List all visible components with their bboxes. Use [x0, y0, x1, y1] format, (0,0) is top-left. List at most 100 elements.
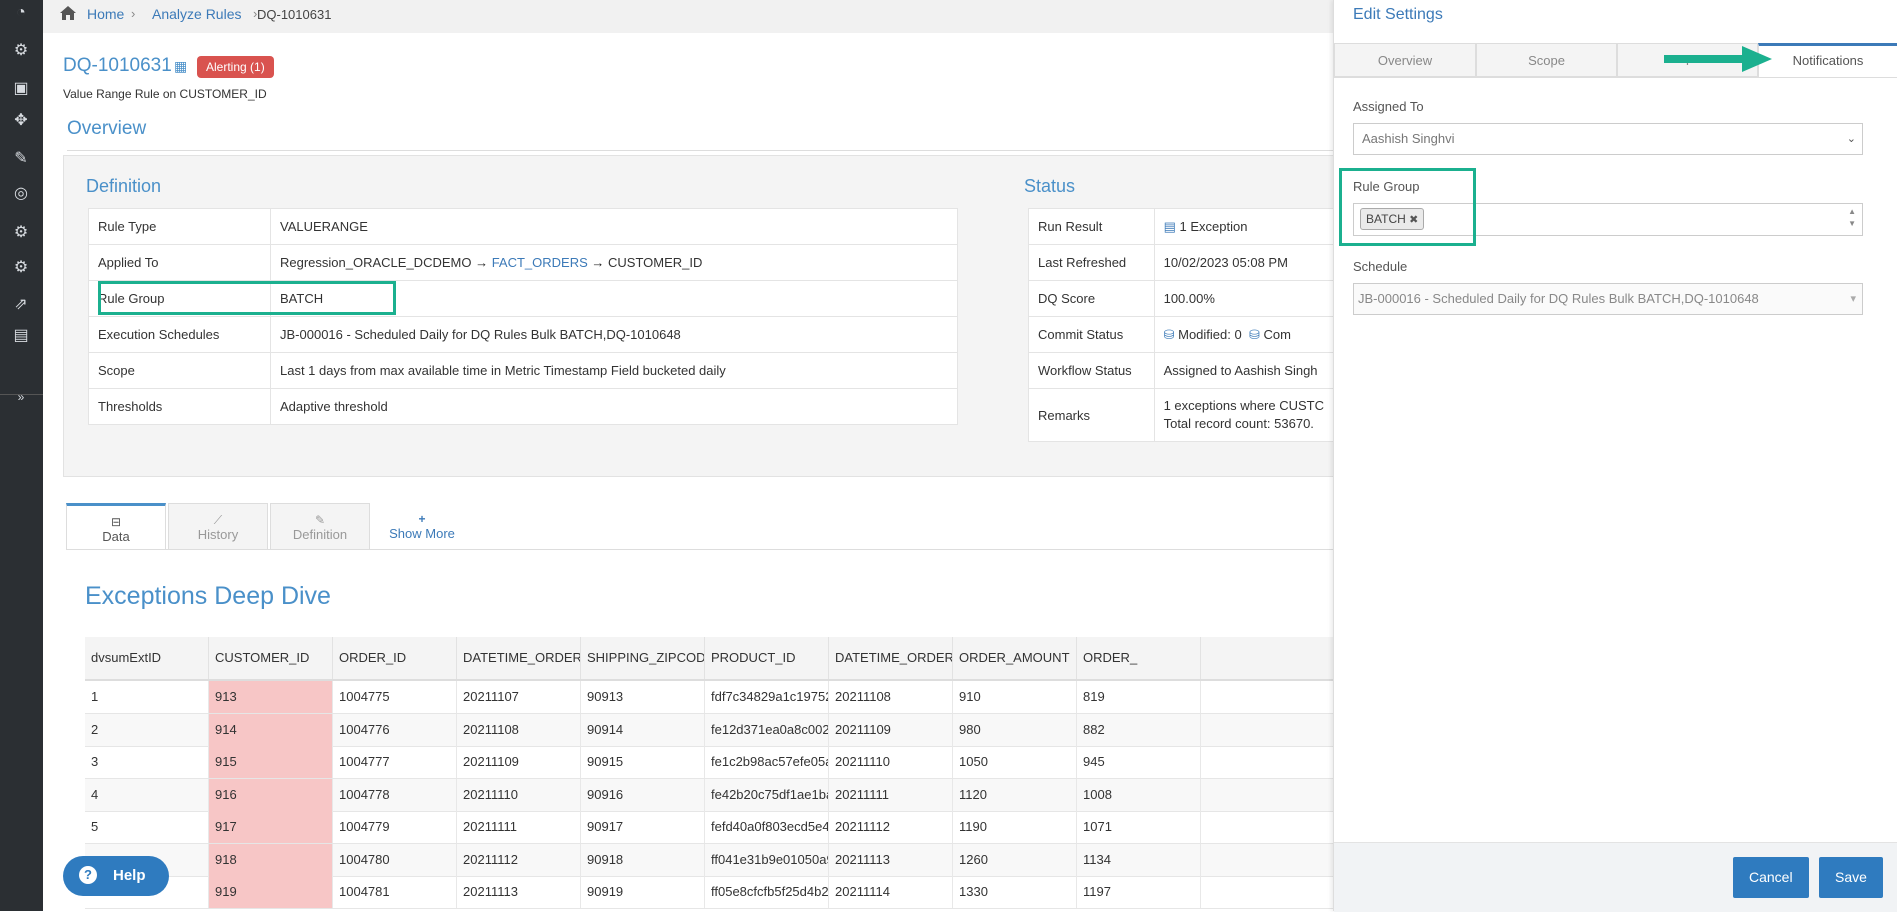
home-icon[interactable]: [59, 5, 77, 21]
status-key: Commit Status: [1028, 316, 1155, 353]
drawer-tabs: Overview Scope T Notifications: [1334, 43, 1897, 77]
table-cell: fdf7c34829a1c19752...: [705, 681, 829, 713]
table-cell: 20211112: [829, 811, 953, 843]
table-cell: 1071: [1077, 811, 1201, 843]
breadcrumb-home[interactable]: Home: [87, 6, 124, 22]
applied-to-value: Regression_ORACLE_DCDEMO → FACT_ORDERS →…: [270, 244, 958, 281]
table-cell: fe12d371ea0a8c0029...: [705, 713, 829, 746]
assigned-to-select[interactable]: Aashish Singhvi ⌄: [1353, 123, 1863, 155]
edit-icon: ✎: [314, 513, 326, 527]
rules-icon[interactable]: ⚙: [10, 222, 32, 244]
tab-show-more[interactable]: + Show More: [372, 503, 472, 549]
column-header[interactable]: ORDER_AMOUNT: [953, 637, 1077, 679]
status-key: Last Refreshed: [1028, 244, 1155, 281]
status-heading: Status: [1024, 176, 1076, 196]
column-header[interactable]: DATETIME_ORDER_SHIPPED: [829, 637, 953, 679]
table-cell: 2: [85, 713, 209, 746]
table-cell: 1190: [953, 811, 1077, 843]
calendar-icon[interactable]: ▦: [174, 58, 187, 75]
explore-icon[interactable]: ◎: [10, 183, 32, 205]
expand-icon[interactable]: »: [10, 386, 32, 408]
plus-icon: +: [418, 512, 426, 526]
table-cell: 90918: [581, 843, 705, 876]
column-header[interactable]: PRODUCT_ID: [705, 637, 829, 679]
drawer-tabs-divider: [1334, 77, 1897, 78]
lineage-icon[interactable]: ✥: [10, 110, 32, 132]
table-row: Last Refreshed 10/02/2023 05:08 PM: [1028, 244, 1335, 281]
table-cell: 1260: [953, 843, 1077, 876]
definition-value: VALUERANGE: [270, 208, 958, 245]
tab-scope[interactable]: Scope: [1476, 43, 1617, 77]
help-label: Help: [113, 867, 146, 884]
schedule-value: JB-000016 - Scheduled Daily for DQ Rules…: [1358, 291, 1759, 306]
overview-heading: Overview: [67, 118, 147, 139]
schedule-link[interactable]: JB-000016 - Scheduled Daily for DQ Rules…: [270, 316, 958, 353]
scroll-arrows-icon[interactable]: ▲ ▼: [1848, 206, 1856, 230]
status-key: DQ Score: [1028, 280, 1155, 317]
jobs-icon[interactable]: ⚙: [10, 257, 32, 279]
schedule-select[interactable]: JB-000016 - Scheduled Daily for DQ Rules…: [1353, 283, 1863, 315]
column-header[interactable]: CUSTOMER_ID: [209, 637, 333, 679]
tab-history[interactable]: ⟋ History: [168, 503, 268, 549]
data-dictionary-icon[interactable]: ▣: [10, 78, 32, 100]
settings-icon[interactable]: ⚙: [10, 40, 32, 62]
table-row[interactable]: 3 915 1004777 20211109 90915 fe1c2b98ac57efe0…: [85, 746, 1333, 779]
tab-overview[interactable]: Overview: [1334, 43, 1476, 77]
status-key: Workflow Status: [1028, 352, 1155, 389]
table-row[interactable]: 918 1004780 20211112 90918 ff041e31b9e01050a…: [85, 843, 1333, 877]
table-cell: 20211109: [829, 713, 953, 746]
remarks-line-2: Total record count: 53670.: [1163, 416, 1314, 431]
column-header[interactable]: ORDER_: [1077, 637, 1201, 679]
status-badge[interactable]: Alerting (1): [197, 56, 274, 78]
table-cell: 20211111: [829, 778, 953, 811]
reports-icon[interactable]: ▤: [10, 325, 32, 347]
save-button[interactable]: Save: [1819, 857, 1883, 898]
rule-subtitle: Value Range Rule on CUSTOMER_ID: [63, 87, 267, 101]
export-icon[interactable]: ⇗: [10, 294, 32, 316]
schedule-label: Schedule: [1353, 259, 1408, 274]
column-header[interactable]: DATETIME_ORDER_PLACED: [457, 637, 581, 679]
definition-key: Rule Type: [88, 208, 271, 245]
data-icon: ⊟: [110, 515, 122, 529]
tab-data[interactable]: ⊟ Data: [66, 503, 166, 549]
column-header[interactable]: ORDER_ID: [333, 637, 457, 679]
divider: [67, 150, 1333, 151]
breadcrumb-analyze-rules[interactable]: Analyze Rules: [152, 6, 242, 22]
table-cell: 1004778: [333, 778, 457, 811]
table-cell: 20211112: [457, 843, 581, 876]
table-row[interactable]: 2 914 1004776 20211108 90914 fe12d371ea0a8c00…: [85, 713, 1333, 747]
dashboard-icon[interactable]: ◔: [10, 2, 32, 24]
status-value: 100.00%: [1153, 280, 1335, 317]
breadcrumb-separator: ›: [131, 6, 136, 21]
arrow-icon: →: [591, 255, 605, 270]
table-row[interactable]: 1 913 1004775 20211107 90913 fdf7c34829a1c197…: [85, 681, 1333, 714]
question-icon: ?: [79, 866, 97, 884]
edit-icon[interactable]: ✎: [10, 148, 32, 170]
remarks-line-1: 1 exceptions where CUSTC: [1163, 398, 1324, 413]
chart-icon: ⟋: [213, 513, 223, 527]
column-header[interactable]: dvsumExtID: [85, 637, 209, 679]
tab-label: Data: [102, 529, 130, 544]
table-cell: 90916: [581, 778, 705, 811]
table-cell: 20211107: [457, 681, 581, 713]
table-row: Rule Type VALUERANGE: [88, 208, 958, 245]
status-value: ▤ 1 Exception: [1153, 208, 1335, 245]
table-cell: 916: [209, 778, 333, 811]
table-row[interactable]: 4 916 1004778 20211110 90916 fe42b20c75df1ae1…: [85, 778, 1333, 812]
table-cell: 20211108: [829, 681, 953, 713]
assigned-to-label: Assigned To: [1353, 99, 1424, 114]
table-cell: 1120: [953, 778, 1077, 811]
table-row[interactable]: 919 1004781 20211113 90919 ff05e8cfcfb5f25d4…: [85, 876, 1333, 909]
overview-panel: Definition Rule Type VALUERANGE Applied T…: [63, 155, 1335, 477]
help-button[interactable]: ? Help: [63, 856, 169, 896]
table-row[interactable]: 5 917 1004779 20211111 90917 fefd40a0f803ecd5…: [85, 811, 1333, 844]
table-link[interactable]: FACT_ORDERS: [492, 255, 588, 270]
definition-key: Applied To: [88, 244, 271, 281]
table-cell: 20211108: [457, 713, 581, 746]
definition-value: Adaptive threshold: [270, 388, 958, 425]
column-header[interactable]: SHIPPING_ZIPCODE: [581, 637, 705, 679]
left-nav-rail: ◔ ⚙ ▣ ✥ ✎ ◎ ⚙ ⚙ ⇗ ▤ »: [0, 0, 43, 911]
tab-definition[interactable]: ✎ Definition: [270, 503, 370, 549]
cancel-button[interactable]: Cancel: [1733, 857, 1809, 898]
status-key: Remarks: [1028, 388, 1155, 442]
